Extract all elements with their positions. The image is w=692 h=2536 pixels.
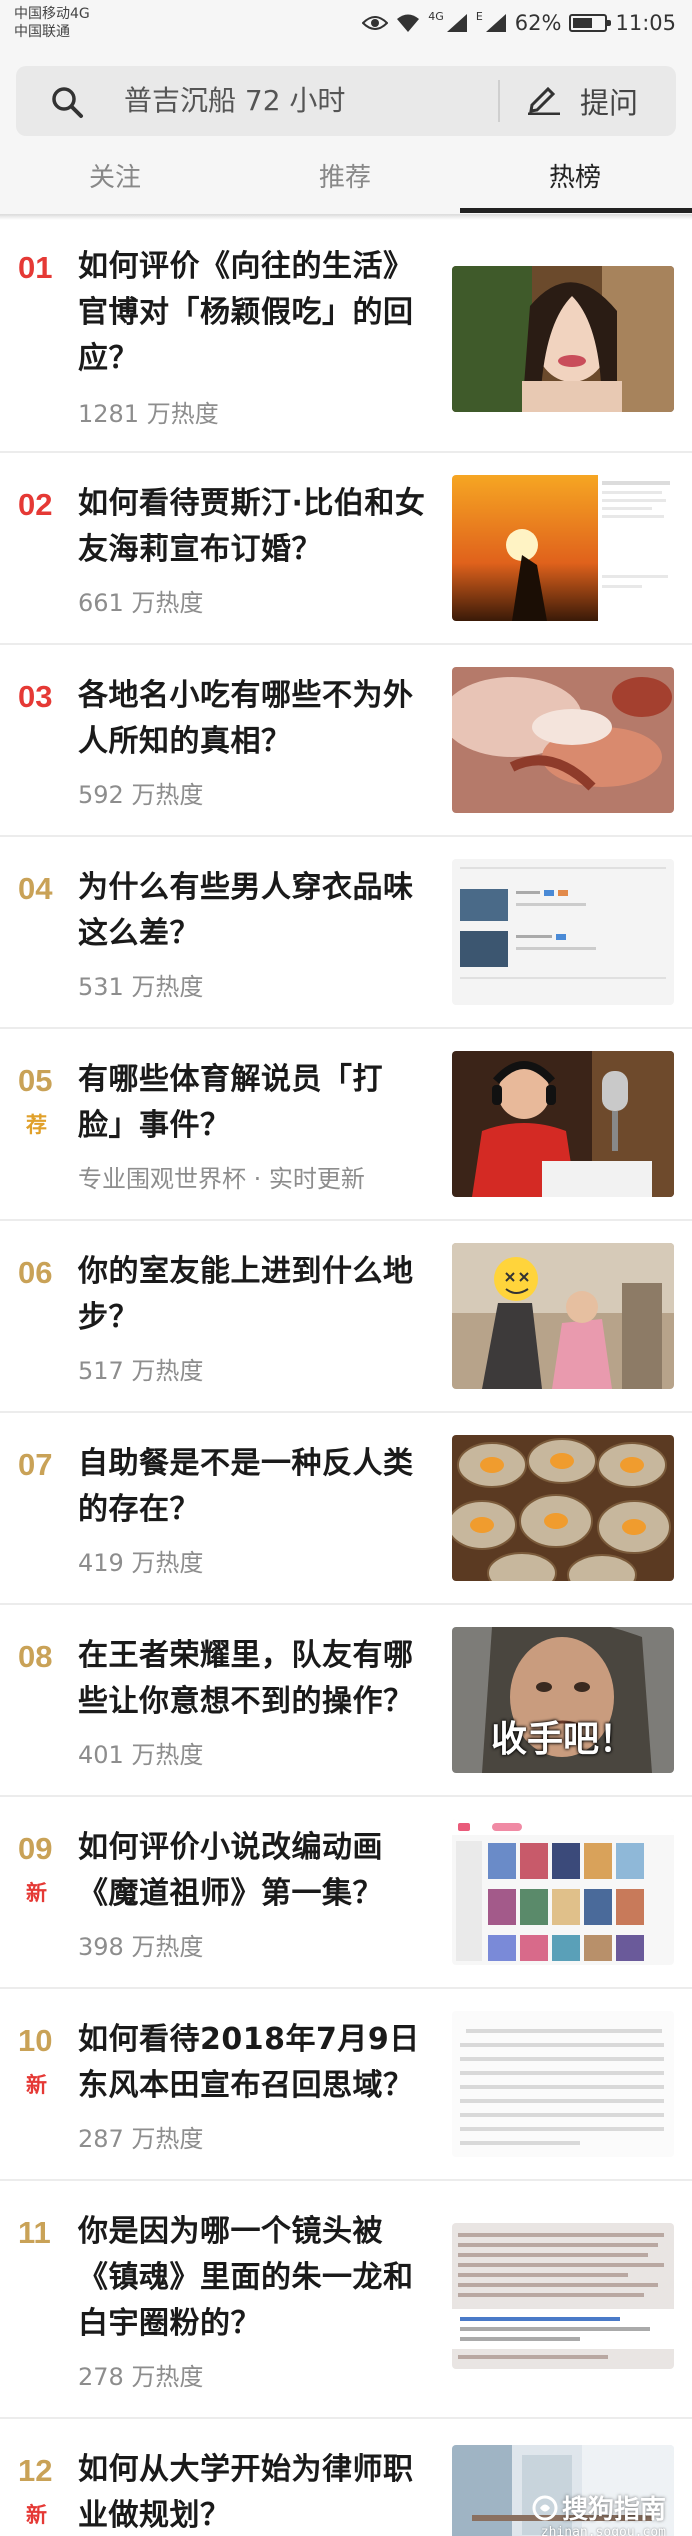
hot-list-item[interactable]: 08 在王者荣耀里，队友有哪些让你意想不到的操作？ 401 万热度 收手吧！ xyxy=(0,1605,692,1797)
ask-question-button[interactable]: 提问 xyxy=(526,66,666,136)
hot-list-item[interactable]: 02 如何看待贾斯汀·比伯和女友海莉宣布订婚？ 661 万热度 xyxy=(0,453,692,645)
thumbnail-image[interactable] xyxy=(452,2011,674,2157)
clock: 11:05 xyxy=(615,11,676,35)
thumbnail-image[interactable] xyxy=(452,1243,674,1389)
hot-list-item[interactable]: 04 为什么有些男人穿衣品味这么差？ 531 万热度 xyxy=(0,837,692,1029)
watermark-url: zhinan.sogou.com xyxy=(540,2525,666,2536)
battery-icon xyxy=(569,14,612,32)
tab-recommend[interactable]: 推荐 xyxy=(230,156,460,214)
signal-2-label: E xyxy=(475,10,483,23)
search-input[interactable]: 普吉沉船 72 小时 xyxy=(124,66,345,136)
new-badge: 新 xyxy=(26,1881,47,1905)
thumbnail-image[interactable] xyxy=(452,266,674,412)
heat-count: 287 万热度 xyxy=(78,2125,204,2153)
signal-2-icon xyxy=(485,13,507,33)
question-title[interactable]: 你的室友能上进到什么地步？ xyxy=(78,1249,428,1341)
status-bar: 中国移动4G 中国联通 4G E 62% 11:05 xyxy=(0,0,692,46)
tab-bar: 关注 推荐 热榜 xyxy=(0,156,692,214)
rank-number: 06 xyxy=(18,1255,53,1290)
hot-list-item[interactable]: 12 新 如何从大学开始为律师职业做规划？ 搜狗指南 zhinan.sogou.… xyxy=(0,2419,692,2536)
rank-number: 10 xyxy=(18,2023,53,2058)
question-title[interactable]: 在王者荣耀里，队友有哪些让你意想不到的操作？ xyxy=(78,1633,428,1725)
heat-count: 661 万热度 xyxy=(78,589,204,617)
tab-hot-list[interactable]: 热榜 xyxy=(460,156,690,214)
rank-number: 05 xyxy=(18,1063,53,1098)
thumbnail-image[interactable] xyxy=(452,2223,674,2369)
hot-list-item[interactable]: 06 你的室友能上进到什么地步？ 517 万热度 xyxy=(0,1221,692,1413)
carrier-info: 中国移动4G 中国联通 xyxy=(14,5,90,41)
search-bar[interactable]: 普吉沉船 72 小时 提问 xyxy=(16,66,676,136)
hot-list-item[interactable]: 07 自助餐是不是一种反人类的存在？ 419 万热度 xyxy=(0,1413,692,1605)
ask-question-label: 提问 xyxy=(580,86,639,120)
hot-list-item[interactable]: 03 各地名小吃有哪些不为外人所知的真相？ 592 万热度 xyxy=(0,645,692,837)
search-icon xyxy=(50,85,84,123)
hot-list-item[interactable]: 09 新 如何评价小说改编动画《魔道祖师》第一集？ 398 万热度 xyxy=(0,1797,692,1989)
rank-number: 01 xyxy=(18,250,53,285)
active-tab-indicator xyxy=(460,208,692,213)
rank-number: 12 xyxy=(18,2453,53,2488)
app-header: 普吉沉船 72 小时 提问 关注 推荐 热榜 xyxy=(0,46,692,216)
question-title[interactable]: 如何评价《向往的生活》官博对「杨颖假吃」的回应？ xyxy=(78,244,428,382)
tab-following[interactable]: 关注 xyxy=(0,156,230,214)
thumbnail-image[interactable] xyxy=(452,1435,674,1581)
question-title[interactable]: 有哪些体育解说员「打脸」事件？ xyxy=(78,1057,428,1149)
watermark: 搜狗指南 xyxy=(532,2489,666,2526)
question-title[interactable]: 如何从大学开始为律师职业做规划？ xyxy=(78,2447,428,2536)
heat-count: 398 万热度 xyxy=(78,1933,204,1961)
hot-list-item[interactable]: 01 如何评价《向往的生活》官博对「杨颖假吃」的回应？ 1281 万热度 xyxy=(0,216,692,453)
rank-number: 04 xyxy=(18,871,53,906)
hot-list-item[interactable]: 11 你是因为哪一个镜头被《镇魂》里面的朱一龙和白宇圈粉的？ 278 万热度 xyxy=(0,2181,692,2419)
pencil-icon xyxy=(526,83,562,119)
thumbnail-image[interactable]: 收手吧！ xyxy=(452,1627,674,1773)
rank-number: 02 xyxy=(18,487,53,522)
thumbnail-image[interactable] xyxy=(452,1051,674,1197)
rank-number: 09 xyxy=(18,1831,53,1866)
rank-number: 07 xyxy=(18,1447,53,1482)
thumbnail-image[interactable]: 搜狗指南 zhinan.sogou.com xyxy=(452,2445,674,2536)
recommend-badge: 荐 xyxy=(26,1113,47,1137)
wifi-icon xyxy=(396,13,420,33)
hot-list-item[interactable]: 10 新 如何看待2018年7月9日东风本田宣布召回思域？ 287 万热度 xyxy=(0,1989,692,2181)
rank-number: 03 xyxy=(18,679,53,714)
rank-number: 11 xyxy=(18,2215,51,2250)
battery-percent: 62% xyxy=(514,11,562,35)
sogou-logo-icon xyxy=(532,2495,558,2521)
question-title[interactable]: 你是因为哪一个镜头被《镇魂》里面的朱一龙和白宇圈粉的？ xyxy=(78,2209,428,2347)
rank-number: 08 xyxy=(18,1639,53,1674)
question-title[interactable]: 各地名小吃有哪些不为外人所知的真相？ xyxy=(78,673,428,765)
watermark-text: 搜狗指南 xyxy=(561,2495,666,2525)
status-icons: 4G E 62% 11:05 xyxy=(362,8,676,38)
heat-count: 517 万热度 xyxy=(78,1357,204,1385)
hot-list-item[interactable]: 05 荐 有哪些体育解说员「打脸」事件？ 专业围观世界杯 · 实时更新 xyxy=(0,1029,692,1221)
heat-count: 531 万热度 xyxy=(78,973,204,1001)
new-badge: 新 xyxy=(26,2073,47,2097)
carrier-primary: 中国移动4G xyxy=(14,6,90,22)
question-title[interactable]: 自助餐是不是一种反人类的存在？ xyxy=(78,1441,428,1533)
heat-count: 1281 万热度 xyxy=(78,400,219,428)
thumbnail-image[interactable] xyxy=(452,1819,674,1965)
carrier-secondary: 中国联通 xyxy=(14,24,70,40)
question-title[interactable]: 如何看待贾斯汀·比伯和女友海莉宣布订婚？ xyxy=(78,481,428,573)
thumbnail-image[interactable] xyxy=(452,859,674,1005)
question-title[interactable]: 如何评价小说改编动画《魔道祖师》第一集？ xyxy=(78,1825,428,1917)
question-title[interactable]: 如何看待2018年7月9日东风本田宣布召回思域？ xyxy=(78,2017,428,2109)
heat-count: 专业围观世界杯 · 实时更新 xyxy=(78,1165,365,1193)
heat-count: 419 万热度 xyxy=(78,1549,204,1577)
thumbnail-image[interactable] xyxy=(452,667,674,813)
heat-count: 278 万热度 xyxy=(78,2363,204,2391)
meme-caption: 收手吧！ xyxy=(490,1719,635,1760)
search-divider xyxy=(498,80,500,122)
thumbnail-image[interactable] xyxy=(452,475,674,621)
new-badge: 新 xyxy=(26,2503,47,2527)
signal-1-icon xyxy=(446,13,468,33)
heat-count: 592 万热度 xyxy=(78,781,204,809)
heat-count: 401 万热度 xyxy=(78,1741,204,1769)
question-title[interactable]: 为什么有些男人穿衣品味这么差？ xyxy=(78,865,428,957)
eye-comfort-icon xyxy=(362,14,389,32)
signal-1-label: 4G xyxy=(428,10,444,23)
